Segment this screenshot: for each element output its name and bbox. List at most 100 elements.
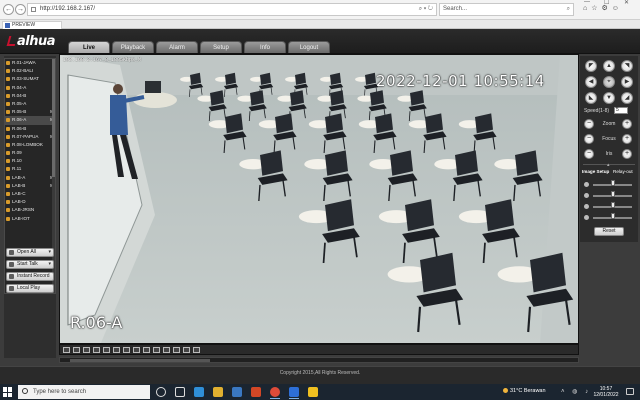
contrast-slider[interactable] (584, 191, 634, 199)
camera-list-item[interactable]: LAB-IOT (5, 215, 55, 223)
audio-icon[interactable] (153, 347, 160, 353)
camera-list-item[interactable]: R.02-BALI (5, 67, 55, 75)
relay-icon[interactable] (173, 347, 180, 353)
edge-icon[interactable] (194, 387, 204, 397)
camera-list-item[interactable]: R.03-SUMAT (5, 75, 55, 83)
camera-list-item[interactable]: R.11 (5, 165, 55, 173)
tray-icons[interactable]: ˄ ◍ ♪ (561, 388, 591, 395)
video-scrollbar-thumb[interactable] (70, 359, 210, 362)
camera-list-item[interactable]: LAB-BM (5, 182, 55, 190)
ptz-center-button[interactable]: ⌖ (603, 76, 615, 88)
focus-in-button[interactable]: + (622, 134, 632, 144)
start-talk-button[interactable]: Start Talk ▾ (6, 260, 54, 269)
tab-info[interactable]: Info (244, 41, 286, 53)
chevron-down-icon[interactable]: ▾ (48, 249, 51, 256)
camera-list-item[interactable]: R.05-BM (5, 108, 55, 116)
video-feed[interactable]: 192.168.2.167_8_1805Kbps_M 2022-12-01 10… (59, 54, 579, 344)
browser-tab[interactable]: PREVIEW (2, 21, 62, 29)
camera-list-item[interactable]: R.04-B (5, 92, 55, 100)
camera-list-item[interactable]: R.05-A (5, 100, 55, 108)
local-play-button[interactable]: Local Play (6, 284, 54, 293)
iris-open-button[interactable]: + (622, 149, 632, 159)
camera-list-item[interactable]: R.06-AM (5, 116, 55, 125)
toolbar-icons[interactable]: ⌂☆⚙☺ (583, 4, 623, 12)
camera-list-item[interactable]: LAB-JRSN (5, 206, 55, 214)
tab-logout[interactable]: Logout (288, 41, 330, 53)
ptz-icon[interactable] (183, 347, 190, 353)
camera-list-item[interactable]: R.01-JAWA (5, 59, 55, 67)
slider-knob[interactable] (610, 202, 615, 208)
browser-search-input[interactable]: Search... ⌕ (439, 3, 574, 16)
search-icon[interactable]: ⌕ (567, 4, 570, 15)
internet-explorer-icon[interactable] (289, 387, 299, 399)
slider-knob[interactable] (610, 213, 615, 219)
window-1-icon[interactable] (63, 347, 70, 353)
tab-playback[interactable]: Playback (112, 41, 154, 53)
zoom-out-button[interactable]: − (584, 119, 594, 129)
notification-icon[interactable] (626, 388, 634, 395)
sticky-notes-icon[interactable] (308, 387, 318, 397)
camera-list-item[interactable]: R.06-B (5, 125, 55, 133)
camera-list-scrollbar[interactable] (52, 59, 55, 293)
maximize-icon[interactable]: ☐ (604, 0, 609, 6)
record-icon[interactable] (133, 347, 140, 353)
close-all-icon[interactable] (193, 347, 200, 353)
saturation-slider[interactable] (584, 202, 634, 210)
fullscreen-icon[interactable] (93, 347, 100, 353)
scrollbar-thumb[interactable] (52, 59, 55, 177)
speed-select[interactable]: 5 (614, 107, 628, 114)
iris-close-button[interactable]: − (584, 149, 594, 159)
camera-list-item[interactable]: R.10 (5, 157, 55, 165)
zoom-in-button[interactable]: + (622, 119, 632, 129)
ptz-up-left-button[interactable]: ◤ (585, 60, 597, 72)
file-explorer-icon[interactable] (213, 387, 223, 397)
address-bar[interactable]: http://192.168.2.167/ ⌕ ▾ ↻ (27, 3, 437, 16)
ratio-icon[interactable] (103, 347, 110, 353)
chevron-down-icon[interactable]: ▾ (48, 261, 51, 268)
window-4-icon[interactable] (73, 347, 80, 353)
windows-start-icon[interactable] (3, 387, 13, 397)
taskbar-search-input[interactable]: Type here to search (18, 385, 150, 399)
tab-image-setup[interactable]: Image Setup (582, 169, 609, 174)
ptz-down-left-button[interactable]: ◣ (585, 92, 597, 104)
camera-list-item[interactable]: R.09 (5, 149, 55, 157)
camera-list-item[interactable]: R.08-LOMBOK (5, 141, 55, 149)
window-9-icon[interactable] (83, 347, 90, 353)
taskbar-clock[interactable]: 10:57 12/01/2022 (592, 386, 620, 398)
hue-slider[interactable] (584, 213, 634, 221)
snapshot-icon[interactable] (123, 347, 130, 353)
forward-icon[interactable]: → (15, 4, 26, 15)
slider-knob[interactable] (610, 191, 615, 197)
video-scrollbar[interactable] (59, 357, 579, 363)
ptz-up-button[interactable]: ▲ (603, 60, 615, 72)
chrome-icon[interactable] (270, 387, 280, 399)
tab-relay-out[interactable]: Relay-out (613, 169, 633, 174)
ptz-left-button[interactable]: ◀ (585, 76, 597, 88)
minimize-icon[interactable]: — (584, 0, 590, 5)
tab-live[interactable]: Live (68, 41, 110, 53)
ptz-right-button[interactable]: ▶ (621, 76, 633, 88)
camera-list-item[interactable]: LAB-C (5, 190, 55, 198)
ptz-up-right-button[interactable]: ◥ (621, 60, 633, 72)
reset-button[interactable]: Reset (594, 227, 624, 236)
store-icon[interactable] (232, 387, 242, 397)
zoom-icon[interactable] (143, 347, 150, 353)
tab-alarm[interactable]: Alarm (156, 41, 198, 53)
camera-list-item[interactable]: LAB-AM (5, 174, 55, 182)
brightness-slider[interactable] (584, 180, 634, 188)
camera-list-item[interactable]: R.04-A (5, 84, 55, 92)
ptz-down-button[interactable]: ▼ (603, 92, 615, 104)
open-all-button[interactable]: Open All ▾ (6, 248, 54, 257)
office-icon[interactable] (251, 387, 261, 397)
collapse-icon[interactable]: ▴ (607, 162, 610, 168)
weather-widget[interactable]: 31°C Berawan (503, 388, 546, 394)
instant-record-button[interactable]: Instant Record (6, 272, 54, 281)
slider-knob[interactable] (610, 180, 615, 186)
camera-list-item[interactable]: LAB-D (5, 198, 55, 206)
talk-icon[interactable] (163, 347, 170, 353)
camera-list-item[interactable]: R.07-PAPUAM (5, 133, 55, 141)
cortana-icon[interactable] (156, 387, 166, 397)
close-icon[interactable]: ✕ (624, 0, 629, 6)
task-view-icon[interactable] (175, 387, 185, 397)
tab-setup[interactable]: Setup (200, 41, 242, 53)
